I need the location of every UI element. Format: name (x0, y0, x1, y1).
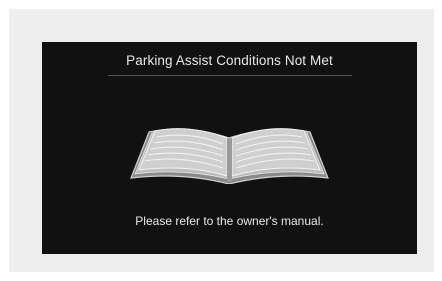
screen-title: Parking Assist Conditions Not Met (126, 53, 333, 68)
title-divider (108, 75, 352, 76)
display-screen: Parking Assist Conditions Not Met Please… (42, 42, 417, 254)
open-book-icon (130, 128, 329, 184)
instruction-message: Please refer to the owner's manual. (135, 214, 324, 228)
